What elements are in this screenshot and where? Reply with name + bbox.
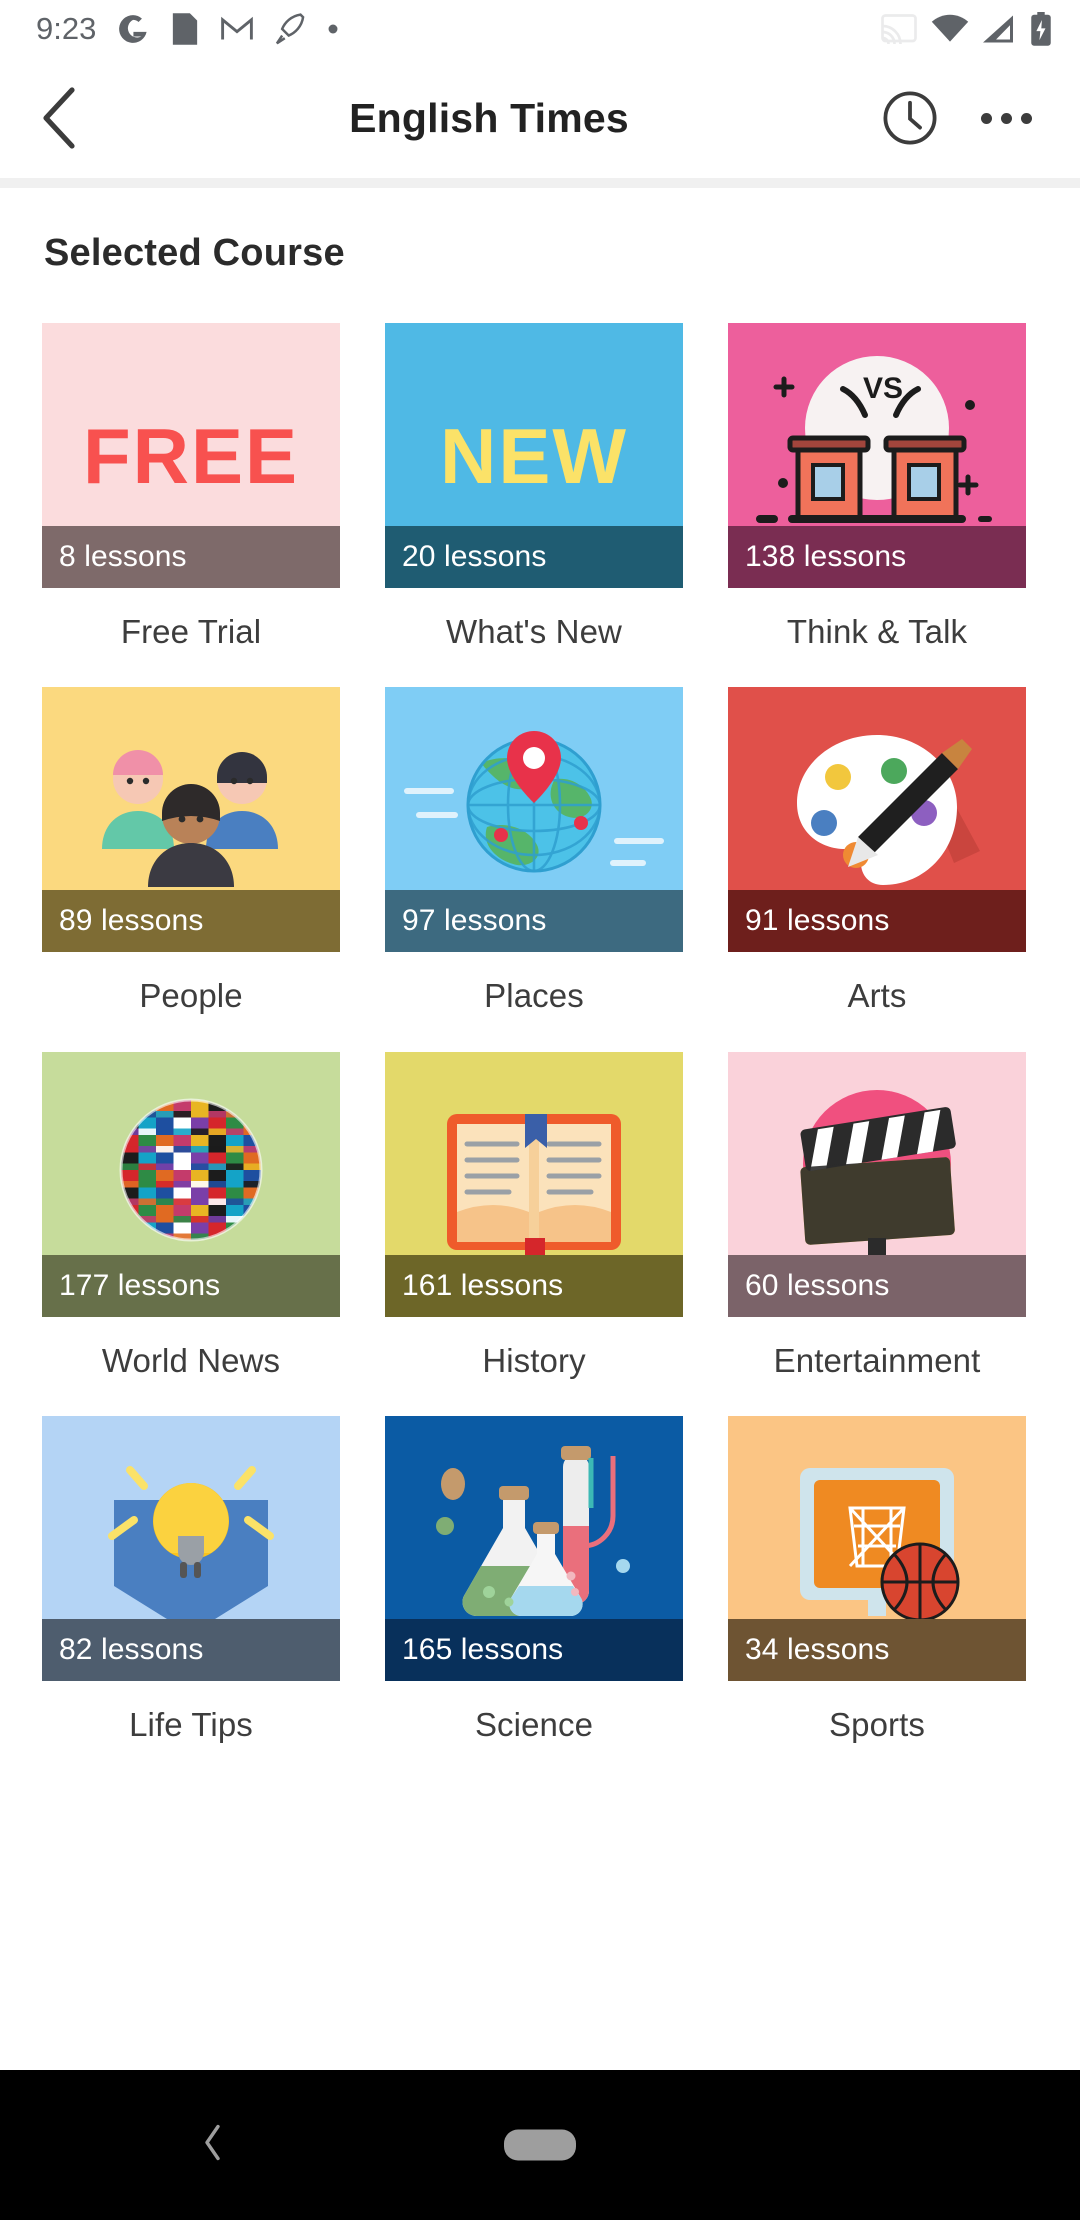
app-bar-divider	[0, 178, 1080, 188]
cast-icon	[881, 14, 917, 44]
course-title: People	[139, 977, 243, 1015]
course-card[interactable]: 165 lessons Science	[385, 1415, 683, 1743]
course-title: Sports	[829, 1705, 925, 1743]
course-card[interactable]: 82 lessons Life Tips	[42, 1415, 340, 1743]
google-g-icon	[119, 15, 147, 43]
back-button[interactable]	[0, 58, 120, 178]
system-navigation-bar	[0, 2070, 1080, 2220]
course-card[interactable]: NEW 20 lessons What's New	[385, 323, 683, 650]
lesson-count-label: 165 lessons	[402, 1632, 564, 1666]
course-title: Science	[474, 1705, 594, 1743]
overflow-menu-button[interactable]	[960, 63, 1052, 173]
lesson-count-bar: 82 lessons	[42, 1618, 340, 1681]
course-thumbnail[interactable]: 89 lessons	[42, 687, 340, 953]
course-thumbnail[interactable]: 177 lessons	[42, 1051, 340, 1317]
content-area: Selected Course FREE 8 lessons Free Tria…	[0, 188, 1080, 2070]
lesson-count-bar: 34 lessons	[728, 1618, 1026, 1681]
app-bar: English Times	[0, 58, 1080, 178]
course-title: Places	[484, 977, 584, 1015]
course-title: Life Tips	[129, 1705, 253, 1743]
lesson-count-label: 8 lessons	[59, 540, 187, 573]
course-thumbnail[interactable]: 97 lessons	[385, 687, 683, 953]
lesson-count-bar: 8 lessons	[42, 526, 340, 588]
lesson-count-label: 138 lessons	[745, 540, 907, 573]
status-bar: 9:23	[0, 0, 1080, 58]
nav-back-button[interactable]	[200, 2123, 226, 2168]
lesson-count-label: 20 lessons	[402, 540, 547, 573]
course-title: World News	[101, 1341, 281, 1379]
lesson-count-label: 82 lessons	[59, 1632, 204, 1666]
dot-icon	[328, 24, 338, 34]
lesson-count-bar: 97 lessons	[385, 890, 683, 953]
course-title: Free Trial	[120, 613, 262, 650]
clock-icon	[883, 91, 937, 145]
course-card[interactable]: VS 138 lessons Think & Talk	[728, 323, 1026, 650]
status-bar-left: 9:23	[0, 11, 340, 47]
course-card[interactable]: 34 lessons Sports	[728, 1415, 1026, 1743]
course-thumbnail[interactable]: 165 lessons	[385, 1415, 683, 1681]
lesson-count-bar: 138 lessons	[728, 526, 1026, 588]
lesson-count-label: 89 lessons	[59, 904, 204, 938]
lesson-count-label: 177 lessons	[59, 1268, 221, 1302]
course-thumbnail[interactable]: 60 lessons	[728, 1051, 1026, 1317]
course-card[interactable]: 89 lessons People	[42, 687, 340, 1014]
course-title: Arts	[847, 977, 907, 1015]
course-card[interactable]: 161 lessons History	[385, 1051, 683, 1379]
course-thumbnail[interactable]: FREE 8 lessons	[42, 323, 340, 588]
gmail-icon	[221, 16, 254, 40]
course-title: Think & Talk	[786, 613, 968, 650]
phone-screen: 9:23 English Times Selected Course FREE …	[0, 0, 1080, 2220]
lesson-count-bar: 165 lessons	[385, 1618, 683, 1681]
course-thumbnail[interactable]: 82 lessons	[42, 1415, 340, 1681]
course-thumbnail[interactable]: NEW 20 lessons	[385, 323, 683, 588]
battery-charging-icon	[1031, 12, 1051, 46]
course-thumbnail[interactable]: 161 lessons	[385, 1051, 683, 1317]
course-title: History	[482, 1341, 586, 1379]
lesson-count-bar: 89 lessons	[42, 890, 340, 953]
cellular-signal-icon	[983, 15, 1013, 43]
status-bar-right	[881, 12, 1080, 46]
section-title: Selected Course	[44, 232, 345, 274]
lesson-count-bar: 177 lessons	[42, 1254, 340, 1317]
lesson-count-bar: 91 lessons	[728, 890, 1026, 953]
course-card[interactable]: 91 lessons Arts	[728, 687, 1026, 1014]
course-thumbnail[interactable]: VS 138 lessons	[728, 323, 1026, 588]
course-card[interactable]: 97 lessons Places	[385, 687, 683, 1014]
course-title: Entertainment	[773, 1341, 981, 1379]
course-card[interactable]: 60 lessons Entertainment	[728, 1051, 1026, 1379]
course-card[interactable]: FREE 8 lessons Free Trial	[42, 323, 340, 650]
nav-home-pill[interactable]	[504, 2129, 576, 2161]
lesson-count-bar: 161 lessons	[385, 1254, 683, 1317]
course-thumbnail[interactable]: 34 lessons	[728, 1415, 1026, 1681]
lesson-count-bar: 20 lessons	[385, 526, 683, 588]
folder-icon	[173, 13, 198, 45]
more-options-icon	[980, 112, 1032, 124]
lesson-count-label: 97 lessons	[402, 904, 547, 938]
svg-text:FREE: FREE	[83, 412, 299, 500]
course-card[interactable]: 177 lessons World News	[42, 1051, 340, 1379]
back-chevron-icon	[43, 87, 75, 149]
lesson-count-label: 34 lessons	[745, 1632, 890, 1666]
lesson-count-label: 91 lessons	[745, 904, 890, 938]
svg-text:NEW: NEW	[440, 412, 628, 500]
history-button[interactable]	[864, 63, 956, 173]
app-bar-actions	[864, 63, 1080, 173]
wifi-icon	[931, 14, 969, 42]
lesson-count-label: 161 lessons	[402, 1268, 564, 1302]
lesson-count-bar: 60 lessons	[728, 1254, 1026, 1317]
svg-text:VS: VS	[863, 372, 903, 405]
course-title: What's New	[445, 613, 622, 650]
rocket-icon	[276, 13, 305, 45]
nav-back-icon	[205, 2124, 220, 2161]
course-thumbnail[interactable]: 91 lessons	[728, 687, 1026, 953]
page-title: English Times	[349, 94, 629, 141]
status-bar-clock: 9:23	[36, 11, 97, 46]
course-grid: FREE 8 lessons Free Trial NEW 20 lessons…	[0, 323, 1080, 1780]
lesson-count-label: 60 lessons	[745, 1268, 890, 1302]
